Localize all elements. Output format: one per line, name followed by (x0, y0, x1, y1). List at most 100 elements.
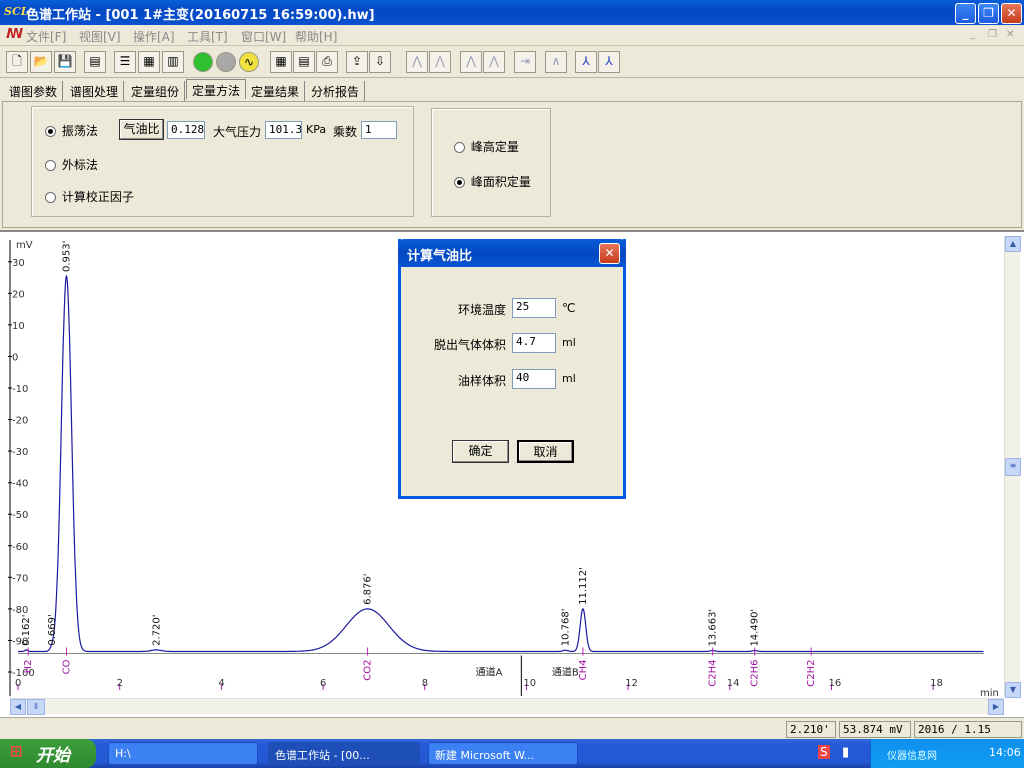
peak-label: 10.768' (560, 608, 571, 646)
tab-quant-components[interactable]: 定量组份 (126, 81, 186, 101)
report-icon[interactable]: ▤ (293, 51, 315, 73)
scroll-left-icon[interactable]: ◀ (10, 699, 26, 715)
radio-oscillation[interactable]: 振荡法 (45, 122, 98, 139)
radio-oscillation-dot (45, 126, 56, 137)
save-icon[interactable]: 💾 (54, 51, 76, 73)
mdi-restore-button[interactable]: ❐ (988, 29, 997, 40)
radio-peak-height-dot (454, 142, 465, 153)
multiplier-field[interactable]: 1 (361, 121, 397, 139)
scroll-up-icon[interactable]: ▲ (1005, 236, 1021, 252)
calculator-icon[interactable]: ▦ (270, 51, 292, 73)
x-tick-label: 12 (625, 678, 638, 689)
peak-label: 6.876' (363, 573, 374, 604)
mdi-close-button[interactable]: ✕ (1006, 29, 1014, 40)
gas-volume-field[interactable]: 4.7 (512, 333, 556, 353)
dialog-title-bar: 计算气油比 ✕ (398, 239, 626, 267)
channel-label: 通道B (552, 665, 579, 678)
app-menu-icon[interactable]: ꟿ (6, 27, 23, 42)
menu-operate[interactable]: 操作[A] (133, 28, 175, 45)
ok-button[interactable]: 确定 (452, 440, 509, 463)
y-tick-label: -10 (12, 384, 28, 395)
close-button[interactable]: ✕ (1001, 3, 1022, 24)
restore-button[interactable]: ❐ (978, 3, 999, 24)
baseline-icon[interactable]: ⇥ (514, 51, 536, 73)
y-tick-label: -50 (12, 510, 28, 521)
status-bar: 2.210' 53.874 mV 2016 / 1.15 (0, 717, 1024, 739)
peak-zoom-icon[interactable]: ⋀ (406, 51, 428, 73)
peak-mark-icon[interactable]: ⅄ (575, 51, 597, 73)
tab-chart-params[interactable]: 谱图参数 (4, 81, 64, 101)
menu-file[interactable]: 文件[F] (26, 28, 66, 45)
printer-setup-icon[interactable]: ▤ (84, 51, 106, 73)
y-tick-label: 10 (12, 321, 25, 332)
start-run-icon[interactable] (193, 52, 213, 72)
peak-left-icon[interactable]: ⋀ (460, 51, 482, 73)
tab-quant-method[interactable]: 定量方法 (186, 79, 247, 99)
cancel-button[interactable]: 取消 (517, 440, 574, 463)
toolbar: 🗋 📂 💾 ▤ ☰ ▦ ▥ ∿ ▦ ▤ ⎙ ⇪ ⇩ ⋀ ⋀ ⋀ ⋀ ⇥ ∧ ⅄ … (0, 46, 1024, 78)
minimize-button[interactable]: _ (955, 3, 976, 24)
temp-field[interactable]: 25 (512, 298, 556, 318)
menu-view[interactable]: 视图[V] (79, 28, 121, 45)
start-label: 开始 (36, 746, 70, 766)
scroll-down-icon[interactable]: ▼ (1005, 682, 1021, 698)
print-icon[interactable]: ⎙ (316, 51, 338, 73)
scroll-thumb[interactable]: ≡ (1005, 458, 1021, 476)
gas-oil-ratio-button[interactable]: 气油比 (119, 119, 164, 140)
menu-window[interactable]: 窗口[W] (241, 28, 286, 45)
pressure-field[interactable]: 101.3 (265, 121, 302, 139)
peak-unmark-icon[interactable]: ⅄ (598, 51, 620, 73)
peak-label: 0.669' (47, 614, 58, 645)
component-label: C2H4 (708, 659, 719, 686)
peak-label: 14.490' (750, 609, 761, 647)
integrate-icon[interactable]: ∧ (545, 51, 567, 73)
x-tick-label: 2 (117, 678, 123, 689)
y-tick-label: 20 (12, 289, 25, 300)
y-tick-label: 0 (12, 352, 18, 363)
menu-help[interactable]: 帮助[H] (295, 28, 337, 45)
radio-calc-factor[interactable]: 计算校正因子 (45, 188, 134, 205)
oil-volume-field[interactable]: 40 (512, 369, 556, 389)
watermark-text: 仪器信息网 (887, 751, 937, 762)
x-tick-label: 6 (320, 678, 326, 689)
hscroll-thumb[interactable]: ⦀ (27, 699, 45, 715)
stop-run-icon[interactable] (216, 52, 236, 72)
dialog-close-button[interactable]: ✕ (599, 243, 620, 264)
open-folder-icon[interactable]: 📂 (30, 51, 52, 73)
pressure-label: 大气压力 (213, 125, 262, 139)
channel-label: 通道A (476, 665, 503, 678)
task-word[interactable]: 新建 Microsoft W... (428, 742, 578, 765)
mdi-minimize-button[interactable]: _ (970, 29, 975, 40)
peak-right-icon[interactable]: ⋀ (483, 51, 505, 73)
signal-icon[interactable]: ∿ (239, 52, 259, 72)
new-file-icon[interactable]: 🗋 (6, 51, 28, 73)
export-icon[interactable]: ⇪ (346, 51, 368, 73)
tab-chart-processing[interactable]: 谱图处理 (65, 81, 125, 101)
y-tick-label: 30 (12, 258, 25, 269)
peak-label: 0.953' (61, 241, 72, 272)
x-tick-label: 0 (15, 678, 21, 689)
vertical-scrollbar[interactable]: ▲ ≡ ▼ (1004, 236, 1021, 698)
radio-peak-area[interactable]: 峰面积定量 (454, 173, 531, 190)
radio-peak-height[interactable]: 峰高定量 (454, 138, 519, 155)
battery-icon[interactable]: ▮ (842, 745, 849, 760)
gas-oil-ratio-value[interactable]: 0.128 (167, 121, 205, 139)
grid-icon[interactable]: ▥ (162, 51, 184, 73)
y-axis-label: mV (16, 240, 33, 251)
radio-peak-height-label: 峰高定量 (470, 140, 519, 154)
peak-fit-icon[interactable]: ⋀ (429, 51, 451, 73)
radio-external-standard[interactable]: 外标法 (45, 156, 98, 173)
menu-tools[interactable]: 工具[T] (187, 28, 228, 45)
tab-strip: 谱图参数 谱图处理 定量组份 定量方法 定量结果 分析报告 (0, 79, 1024, 101)
tab-analysis-report[interactable]: 分析报告 (306, 81, 366, 101)
tab-quant-results[interactable]: 定量结果 (246, 81, 306, 101)
start-button[interactable]: ⊞ 开始 (0, 739, 96, 768)
method-icon[interactable]: ☰ (114, 51, 136, 73)
horizontal-scrollbar[interactable]: ◀ ⦀ ▶ (10, 698, 1004, 715)
import-icon[interactable]: ⇩ (369, 51, 391, 73)
task-chromatography[interactable]: 色谱工作站 - [00... (268, 742, 420, 765)
table-icon[interactable]: ▦ (138, 51, 160, 73)
task-explorer[interactable]: H:\ (108, 742, 258, 765)
scroll-right-icon[interactable]: ▶ (988, 699, 1004, 715)
sogou-input-icon[interactable]: S (818, 745, 830, 759)
